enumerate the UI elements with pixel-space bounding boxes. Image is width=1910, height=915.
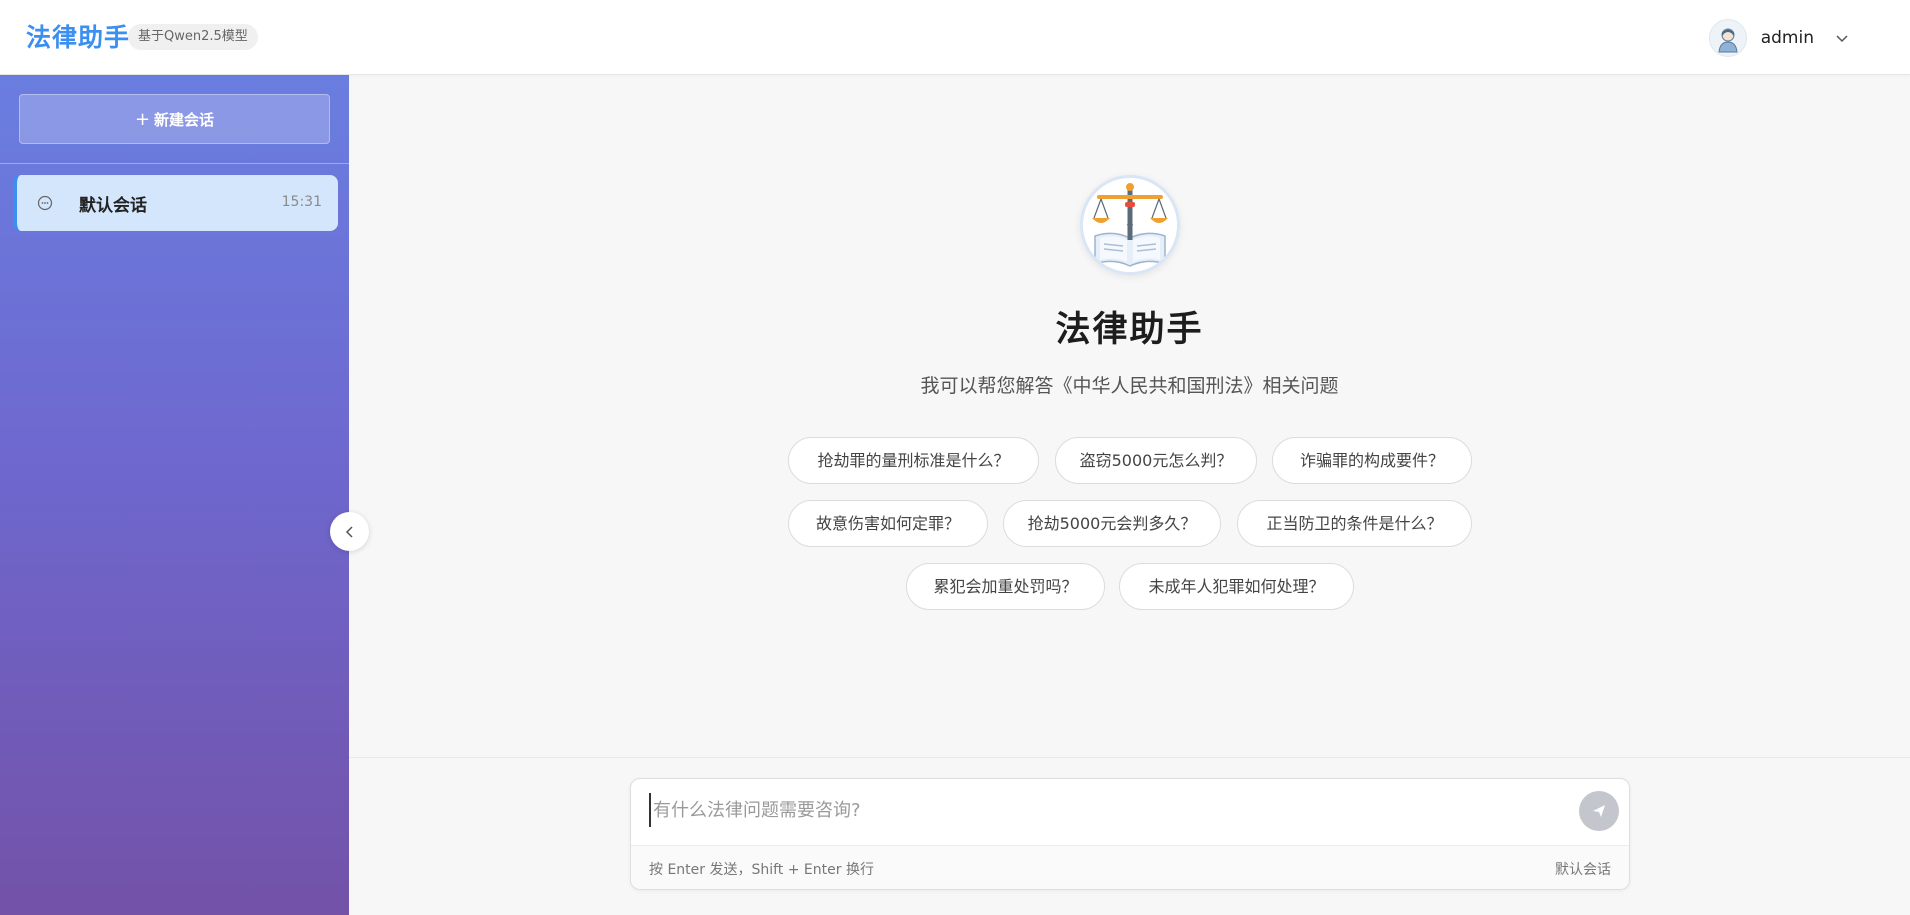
plus-icon: + <box>134 108 151 130</box>
sidebar-divider <box>0 163 349 164</box>
send-button[interactable] <box>1579 791 1619 831</box>
keyboard-hint: 按 Enter 发送，Shift + Enter 换行 <box>649 862 874 878</box>
suggestion-chip[interactable]: 未成年人犯罪如何处理？ <box>1119 563 1354 610</box>
suggestion-chip[interactable]: 盗窃5000元怎么判？ <box>1055 437 1257 484</box>
suggestion-chip[interactable]: 累犯会加重处罚吗？ <box>906 563 1105 610</box>
session-time: 15:31 <box>281 194 322 210</box>
collapse-sidebar-button[interactable] <box>330 512 369 551</box>
current-session-label: 默认会话 <box>1555 862 1611 878</box>
new-chat-label: 新建会话 <box>154 110 215 129</box>
session-item-default[interactable]: 默认会话 15:31 <box>13 175 338 231</box>
welcome-title: 法律助手 <box>1055 310 1204 350</box>
user-menu[interactable]: admin <box>1708 18 1850 58</box>
suggestion-chip[interactable]: 抢劫5000元会判多久？ <box>1003 500 1221 547</box>
session-title: 默认会话 <box>79 196 147 216</box>
chevron-left-icon <box>345 525 353 538</box>
app-title: 法律助手 <box>26 23 131 52</box>
user-avatar-icon[interactable] <box>1708 19 1747 57</box>
suggestion-chip[interactable]: 诈骗罪的构成要件？ <box>1272 437 1472 484</box>
model-badge: 基于Qwen2.5模型 <box>128 24 258 50</box>
welcome-subtitle: 我可以帮您解答《中华人民共和国刑法》相关问题 <box>920 375 1339 397</box>
message-composer: 按 Enter 发送，Shift + Enter 换行 默认会话 <box>630 778 1630 890</box>
sidebar: + 新建会话 默认会话 15:31 <box>0 75 349 915</box>
chat-bubble-icon <box>37 195 53 211</box>
message-input[interactable] <box>649 793 1549 827</box>
composer-footer: 按 Enter 发送，Shift + Enter 换行 默认会话 <box>631 845 1629 889</box>
suggestion-chip[interactable]: 故意伤害如何定罪？ <box>788 500 988 547</box>
input-zone: 按 Enter 发送，Shift + Enter 换行 默认会话 <box>349 757 1910 915</box>
top-header: 法律助手 基于Qwen2.5模型 admin <box>0 0 1910 75</box>
scales-of-justice-icon <box>1080 175 1180 275</box>
suggestion-chip[interactable]: 正当防卫的条件是什么？ <box>1237 500 1472 547</box>
chat-main: 法律助手 我可以帮您解答《中华人民共和国刑法》相关问题 抢劫罪的量刑标准是什么？… <box>349 75 1910 757</box>
username[interactable]: admin <box>1761 28 1814 48</box>
chevron-down-icon[interactable] <box>1834 30 1850 46</box>
send-icon <box>1593 805 1605 817</box>
suggestion-chip[interactable]: 抢劫罪的量刑标准是什么？ <box>788 437 1039 484</box>
new-chat-button[interactable]: + 新建会话 <box>19 94 330 144</box>
